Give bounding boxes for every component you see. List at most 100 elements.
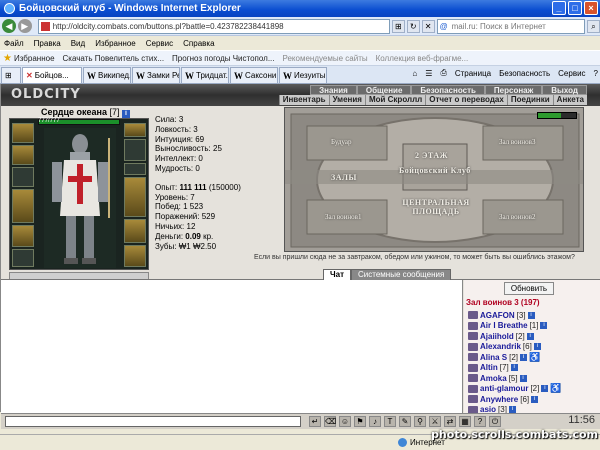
- info-icon[interactable]: i: [520, 353, 528, 361]
- exit-icon[interactable]: ⏻: [489, 416, 501, 427]
- refresh-icon[interactable]: ↻: [406, 19, 420, 33]
- info-icon[interactable]: i: [531, 395, 539, 403]
- safety-menu[interactable]: Безопасность: [499, 69, 550, 78]
- earring-slot[interactable]: [12, 145, 34, 165]
- fight-icon[interactable]: ⚔: [429, 416, 441, 427]
- refresh-button[interactable]: Обновить: [504, 282, 554, 295]
- clear-icon[interactable]: ⌫: [324, 416, 336, 427]
- map-location-square[interactable]: ЦЕНТРАЛЬНАЯ ПЛОЩАДЬ: [401, 198, 471, 216]
- nav-exit[interactable]: Выход: [542, 85, 587, 95]
- menu-edit[interactable]: Правка: [34, 39, 61, 48]
- menu-help[interactable]: Справка: [183, 39, 214, 48]
- nav-knowledge[interactable]: Знания: [310, 85, 357, 95]
- subnav-inventory[interactable]: Инвентарь: [278, 95, 329, 105]
- favorite-link[interactable]: Рекомендуемые сайты: [282, 54, 367, 63]
- close-button[interactable]: ×: [584, 1, 598, 15]
- tab-wiki[interactable]: WЗамки Ре...: [132, 67, 180, 83]
- tab-chat[interactable]: Чат: [323, 269, 351, 280]
- list-item[interactable]: Alexandrik [6] i: [468, 342, 600, 353]
- list-item[interactable]: asio [3] i: [468, 405, 600, 413]
- map-location-buduar[interactable]: Будуар: [331, 138, 351, 146]
- map-icon[interactable]: ▦: [459, 416, 471, 427]
- tab-wiki[interactable]: WСаксони...: [230, 67, 278, 83]
- nav-character[interactable]: Персонаж: [484, 85, 543, 95]
- info-icon[interactable]: i: [122, 110, 131, 118]
- maximize-button[interactable]: □: [568, 1, 582, 15]
- belt-slot[interactable]: [12, 249, 34, 267]
- list-item[interactable]: Ajaiihold [2] i: [468, 331, 600, 342]
- amulet-slot[interactable]: [12, 167, 34, 187]
- sound-icon[interactable]: ♪: [369, 416, 381, 427]
- menu-file[interactable]: Файл: [4, 39, 24, 48]
- tools-menu[interactable]: Сервис: [558, 69, 585, 78]
- boots-slot[interactable]: [124, 245, 146, 267]
- chat-input[interactable]: [5, 416, 301, 427]
- list-item[interactable]: Altin [7] i: [468, 363, 600, 374]
- rune-slot[interactable]: [124, 123, 146, 137]
- favorite-link[interactable]: Коллекция веб-фрагме...: [376, 54, 469, 63]
- info-icon[interactable]: i: [508, 406, 516, 413]
- subnav-duels[interactable]: Поединки: [506, 95, 553, 105]
- home-icon[interactable]: ⌂: [412, 69, 417, 78]
- list-item[interactable]: Air I Breathe [1] i: [468, 321, 600, 332]
- tab-combats[interactable]: ✕ Бойцов...: [22, 67, 82, 83]
- shield-slot[interactable]: [124, 177, 146, 217]
- minimize-button[interactable]: _: [552, 1, 566, 15]
- rings-slot[interactable]: [124, 163, 146, 175]
- map-location-club[interactable]: Бойцовский Клуб: [399, 166, 471, 175]
- subnav-scroll[interactable]: Мой Скроллл: [364, 95, 426, 105]
- forward-icon[interactable]: ▶: [17, 19, 32, 33]
- tab-system-messages[interactable]: Системные сообщения: [351, 269, 452, 280]
- walk-icon[interactable]: ⚲: [414, 416, 426, 427]
- nav-communication[interactable]: Общение: [356, 85, 412, 95]
- menu-view[interactable]: Вид: [71, 39, 85, 48]
- favorite-link[interactable]: Прогноз погоды Чистопол...: [172, 54, 274, 63]
- info-icon[interactable]: i: [540, 322, 548, 330]
- filter-icon[interactable]: ⚑: [354, 416, 366, 427]
- help-icon[interactable]: ?: [594, 69, 598, 78]
- list-item[interactable]: Amoka [5] i: [468, 373, 600, 384]
- subnav-transfers[interactable]: Отчет о переводах: [425, 95, 507, 105]
- send-icon[interactable]: ↵: [309, 416, 321, 427]
- user-name[interactable]: Ajaiihold: [480, 332, 514, 341]
- smiles-icon[interactable]: ☺: [339, 416, 351, 427]
- info-icon[interactable]: i: [527, 311, 535, 319]
- print-icon[interactable]: ⎙: [440, 68, 446, 78]
- color-icon[interactable]: ✎: [399, 416, 411, 427]
- favorite-link[interactable]: Скачать Повелитель стих...: [63, 54, 165, 63]
- info-icon[interactable]: i: [526, 332, 534, 340]
- favorites-button[interactable]: ★ Избранное: [3, 53, 55, 64]
- user-name[interactable]: Air I Breathe: [480, 321, 528, 330]
- menu-tools[interactable]: Сервис: [146, 39, 173, 48]
- url-field[interactable]: http://oldcity.combats.com/buttons.pl?ba…: [37, 18, 390, 34]
- close-tab-icon[interactable]: ✕: [26, 71, 33, 80]
- user-name[interactable]: Amoka: [480, 374, 507, 383]
- helmet-slot[interactable]: [12, 123, 34, 143]
- armor-slot[interactable]: [12, 225, 34, 247]
- user-name[interactable]: asio: [480, 405, 496, 413]
- feeds-icon[interactable]: ☰: [425, 69, 432, 78]
- user-name[interactable]: AGAFON: [480, 311, 515, 320]
- subnav-skills[interactable]: Умения: [328, 95, 365, 105]
- info-icon[interactable]: i: [533, 343, 541, 351]
- compat-icon[interactable]: ⊞: [391, 19, 405, 33]
- info-icon[interactable]: i: [541, 385, 549, 393]
- user-name[interactable]: Alexandrik: [480, 342, 521, 351]
- map-location-halls[interactable]: ЗАЛЫ: [331, 173, 357, 182]
- tab-wiki[interactable]: WВикипед...: [83, 67, 131, 83]
- map-location-zal1[interactable]: Зал воинов1: [325, 213, 361, 221]
- tab-wiki[interactable]: W Тридцат...: [181, 67, 229, 83]
- page-menu[interactable]: Страница: [455, 69, 491, 78]
- info-icon[interactable]: i: [519, 374, 527, 382]
- search-icon[interactable]: ⌕: [587, 19, 600, 33]
- tab-grid-icon[interactable]: ⊞: [1, 67, 21, 83]
- search-input[interactable]: @ mail.ru: Поиск в Интернет: [436, 18, 586, 34]
- menu-favorites[interactable]: Избранное: [95, 39, 136, 48]
- legs-slot[interactable]: [124, 219, 146, 243]
- list-item[interactable]: AGAFON [3] i: [468, 310, 600, 321]
- map-location-zal3[interactable]: Зал воинов3: [499, 138, 535, 146]
- list-item[interactable]: Alina S [2] i ♿: [468, 352, 600, 363]
- weapon-slot[interactable]: [12, 189, 34, 223]
- user-name[interactable]: Anywhere: [480, 395, 518, 404]
- user-name[interactable]: anti-glamour: [480, 384, 528, 393]
